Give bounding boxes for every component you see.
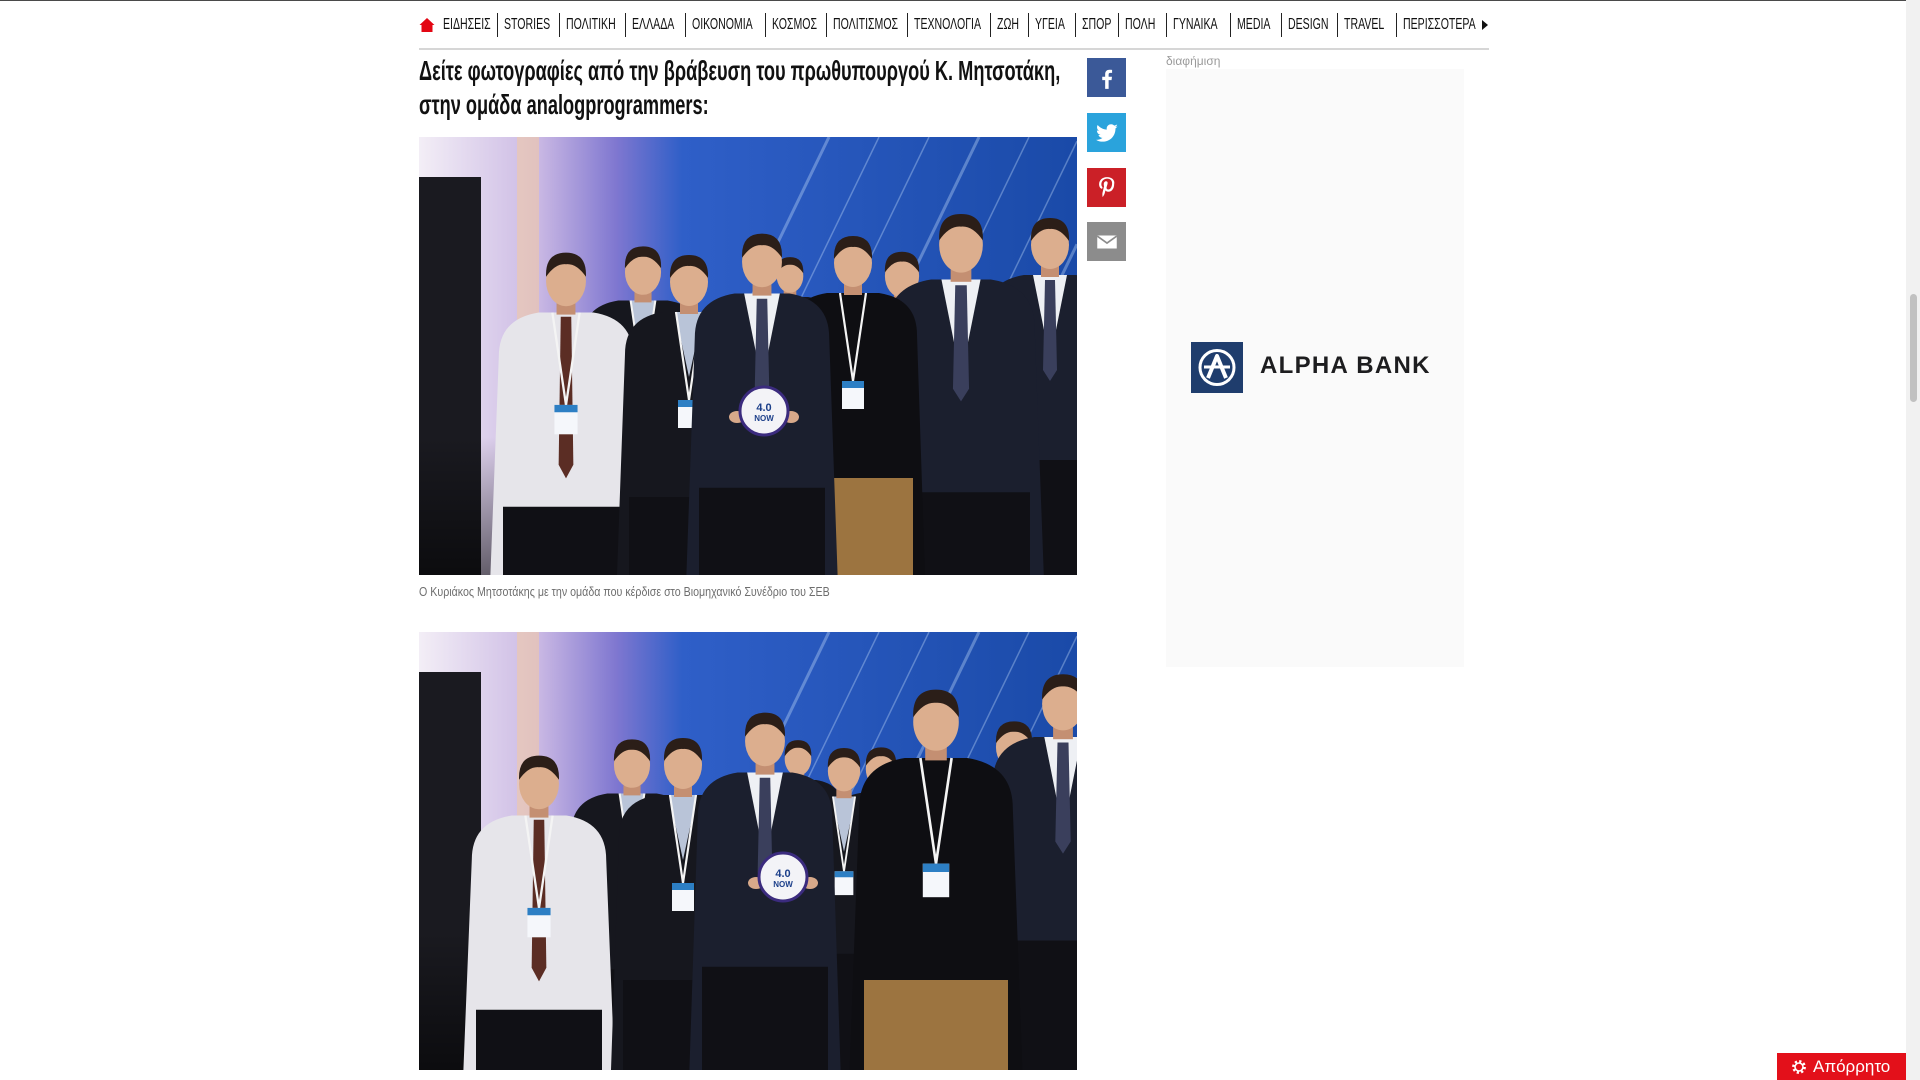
nav-item-oikonomia[interactable]: ΟΙΚΟΝΟΜΙΑ <box>686 13 766 37</box>
page-scrollbar[interactable] <box>1906 0 1920 1080</box>
nav-item-ygeia[interactable]: ΥΓΕΙΑ <box>1029 13 1076 37</box>
nav-item-more[interactable]: ΠΕΡΙΣΣΟΤΕΡΑ <box>1397 13 1489 37</box>
caret-right-icon <box>1482 20 1488 30</box>
plaque-number: 4.0 <box>756 402 771 414</box>
nav-item-politismos[interactable]: ΠΟΛΙΤΙΣΜΟΣ <box>827 13 908 37</box>
article-heading: Δείτε φωτογραφίες από την βράβευση του π… <box>419 55 1061 120</box>
gear-icon <box>1792 1059 1806 1074</box>
nav-item-design[interactable]: DESIGN <box>1282 13 1338 37</box>
nav-item-stories[interactable]: STORIES <box>498 13 560 37</box>
article-photo: 4.0 NOW <box>419 137 1077 575</box>
pinterest-share-button[interactable] <box>1087 168 1126 207</box>
nav-item-media[interactable]: MEDIA <box>1231 13 1282 37</box>
plaque-word: NOW <box>754 414 774 423</box>
nav-item-travel[interactable]: TRAVEL <box>1338 13 1397 37</box>
facebook-share-button[interactable] <box>1087 58 1126 97</box>
privacy-label: Απόρρητο <box>1813 1056 1891 1076</box>
photo-scene <box>419 137 1077 575</box>
nav-item-spor[interactable]: ΣΠΟΡ <box>1076 13 1119 37</box>
email-share-button[interactable] <box>1087 222 1126 261</box>
nav-item-poli[interactable]: ΠΟΛΗ <box>1119 13 1167 37</box>
article-photo: 4.0 NOW <box>419 632 1077 1070</box>
top-border <box>0 0 1920 1</box>
email-icon <box>1096 234 1117 248</box>
ad-brand-name: ALPHA BANK <box>1260 352 1431 379</box>
twitter-icon <box>1095 123 1118 142</box>
nav-divider <box>419 48 1489 50</box>
alpha-bank-logo-icon <box>1191 342 1243 393</box>
twitter-share-button[interactable] <box>1087 113 1126 152</box>
nav-item-technologia[interactable]: ΤΕΧΝΟΛΟΓΙΑ <box>908 13 991 37</box>
home-icon[interactable] <box>419 17 435 33</box>
facebook-icon <box>1101 69 1112 89</box>
nav-item-gynaika[interactable]: ΓΥΝΑΙΚΑ <box>1167 13 1231 37</box>
pinterest-icon <box>1098 176 1114 197</box>
privacy-settings-button[interactable]: Απόρρητο <box>1777 1053 1906 1080</box>
plaque-word: NOW <box>773 880 793 889</box>
nav-item-ellada[interactable]: ΕΛΛΑΔΑ <box>626 13 686 37</box>
photo-scene <box>419 632 1077 1070</box>
plaque-number: 4.0 <box>775 868 790 880</box>
ad-label: διαφήμιση <box>1166 54 1221 68</box>
nav-item-politiki[interactable]: ΠΟΛΙΤΙΚΗ <box>560 13 626 37</box>
scrollbar-thumb[interactable] <box>1910 294 1917 402</box>
nav-item-zoi[interactable]: ΖΩΗ <box>991 13 1029 37</box>
nav-item-kosmos[interactable]: ΚΟΣΜΟΣ <box>766 13 827 37</box>
main-nav: ΕΙΔΗΣΕΙΣ STORIES ΠΟΛΙΤΙΚΗ ΕΛΛΑΔΑ ΟΙΚΟΝΟΜ… <box>419 10 1489 40</box>
photo-caption: Ο Κυριάκος Μητσοτάκης με την ομάδα που κ… <box>419 584 830 599</box>
nav-item-eidiseis[interactable]: ΕΙΔΗΣΕΙΣ <box>443 13 498 37</box>
advertisement-banner[interactable]: ALPHA BANK <box>1166 69 1464 667</box>
